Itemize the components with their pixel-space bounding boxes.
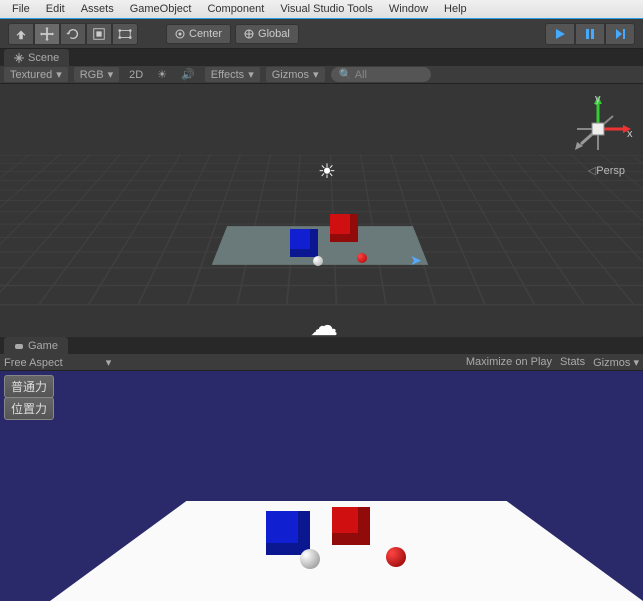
chevron-down-icon: ▾ [56,68,62,81]
game-tab[interactable]: Game [4,337,68,354]
red-sphere [357,253,367,263]
chevron-down-icon: ▾ [66,357,112,369]
play-controls [545,23,635,45]
game-tab-bar: Game [0,337,643,354]
white-sphere [313,256,323,266]
menu-gameobject[interactable]: GameObject [122,3,200,15]
chevron-down-icon: ▾ [633,357,639,369]
orientation-gizmo[interactable]: x y [563,94,633,164]
aspect-dropdown[interactable]: Free Aspect ▾ [4,356,111,369]
2d-toggle[interactable]: 2D [125,69,147,81]
handle-mode-button[interactable]: Global [235,24,299,44]
rotate-tool[interactable] [60,23,86,45]
scene-icon [14,53,24,63]
menu-bar: File Edit Assets GameObject Component Vi… [0,0,643,19]
menu-edit[interactable]: Edit [38,3,73,15]
scene-toolbar: Textured ▾ RGB ▾ 2D ☀ 🔊 Effects ▾ Gizmos… [0,66,643,84]
projection-label[interactable]: ◁Persp [588,164,625,177]
effects-dropdown[interactable]: Effects ▾ [205,67,260,82]
pivot-label: Center [189,28,222,40]
lighting-toggle[interactable]: ☀ [153,68,171,81]
chevron-down-icon: ▾ [313,68,319,81]
game-red-sphere [386,547,406,567]
game-blue-cube [266,511,310,555]
menu-window[interactable]: Window [381,3,436,15]
red-cube [330,214,358,242]
shading-dropdown[interactable]: Textured ▾ [4,67,68,82]
menu-assets[interactable]: Assets [73,3,122,15]
camera-gizmo-icon: ☁ [310,309,338,337]
game-view[interactable]: 普通力 位置力 [0,371,643,601]
rect-tool[interactable] [112,23,138,45]
cursor-icon: ➤ [410,252,422,269]
main-toolbar: Center Global [0,19,643,49]
scale-tool[interactable] [86,23,112,45]
center-icon [175,29,185,39]
play-button[interactable] [545,23,575,45]
game-white-sphere [300,549,320,569]
scene-search-input[interactable]: 🔍 All [331,67,431,82]
hand-tool[interactable] [8,23,34,45]
position-force-button[interactable]: 位置力 [4,397,54,420]
pause-button[interactable] [575,23,605,45]
game-red-cube [332,507,370,545]
menu-component[interactable]: Component [199,3,272,15]
scene-view[interactable]: ☀ ☁ ➤ x y ◁Persp [0,84,643,337]
scene-tab-bar: Scene [0,49,643,66]
transform-tools [8,23,138,45]
normal-force-button[interactable]: 普通力 [4,375,54,398]
audio-toggle[interactable]: 🔊 [177,68,199,81]
step-button[interactable] [605,23,635,45]
render-dropdown[interactable]: RGB ▾ [74,67,119,82]
gizmos-dropdown[interactable]: Gizmos ▾ [266,67,325,82]
menu-file[interactable]: File [4,3,38,15]
chevron-down-icon: ▾ [108,68,114,81]
blue-cube [290,229,318,257]
maximize-toggle[interactable]: Maximize on Play [466,356,552,369]
pivot-mode-button[interactable]: Center [166,24,231,44]
stats-toggle[interactable]: Stats [560,356,585,369]
scene-tab-label: Scene [28,52,59,64]
svg-text:x: x [627,128,633,140]
menu-vstools[interactable]: Visual Studio Tools [272,3,381,15]
game-toolbar: Free Aspect ▾ Maximize on Play Stats Giz… [0,354,643,371]
gizmos-game-dropdown[interactable]: Gizmos ▾ [593,356,639,369]
svg-text:y: y [595,94,601,105]
menu-help[interactable]: Help [436,3,475,15]
move-tool[interactable] [34,23,60,45]
game-icon [14,341,24,351]
global-icon [244,29,254,39]
handle-label: Global [258,28,290,40]
chevron-down-icon: ▾ [248,68,254,81]
game-tab-label: Game [28,340,58,352]
scene-tab[interactable]: Scene [4,49,69,66]
light-gizmo-icon: ☀ [318,159,336,184]
